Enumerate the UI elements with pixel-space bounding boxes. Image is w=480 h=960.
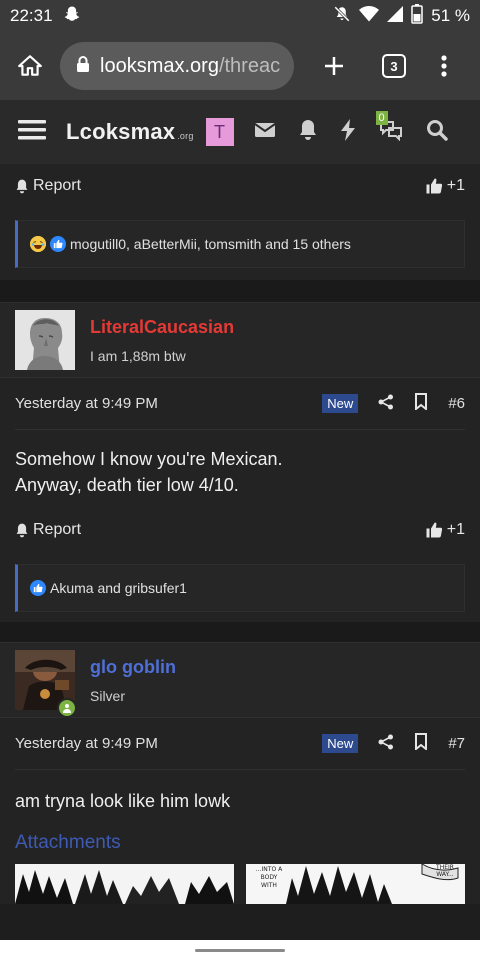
share-icon[interactable] bbox=[378, 734, 394, 754]
post-text-line: Somehow I know you're Mexican. bbox=[15, 449, 283, 469]
wifi-icon bbox=[359, 5, 380, 28]
bookmark-icon[interactable] bbox=[414, 733, 428, 754]
like-button[interactable]: +1 bbox=[425, 521, 465, 539]
bell-icon bbox=[16, 523, 28, 537]
plus-label: +1 bbox=[446, 521, 465, 538]
plus-icon bbox=[325, 57, 343, 75]
home-icon bbox=[18, 55, 42, 76]
post-separator bbox=[0, 622, 480, 642]
conversations-button[interactable]: 0 bbox=[375, 110, 404, 146]
gesture-bar[interactable] bbox=[0, 940, 480, 960]
bell-icon[interactable] bbox=[298, 119, 318, 146]
comic-caption: THEIR WAY... bbox=[436, 864, 454, 878]
lightning-icon[interactable] bbox=[340, 118, 356, 146]
reactions-bar[interactable]: Akuma and gribsufer1 bbox=[15, 564, 465, 612]
site-logo[interactable]: Lcoksmax .org bbox=[66, 119, 194, 145]
post-7: glo goblin Silver Yesterday at 9:49 PM N… bbox=[0, 642, 480, 904]
new-tab-button[interactable] bbox=[294, 54, 374, 78]
user-avatar[interactable]: T bbox=[205, 118, 234, 146]
post-5: Report +1 mogutill0, aBetterMii, tomsmit… bbox=[0, 164, 480, 280]
attachment-thumbnail[interactable]: ...INTO A BODY WITH THEIR WAY... bbox=[246, 864, 465, 904]
report-label: Report bbox=[33, 521, 82, 538]
thumbs-up-icon bbox=[426, 522, 442, 538]
username[interactable]: glo goblin bbox=[90, 657, 176, 678]
bookmark-icon[interactable] bbox=[414, 393, 428, 414]
thread-content: Report +1 mogutill0, aBetterMii, tomsmit… bbox=[0, 164, 480, 940]
post-body: Somehow I know you're Mexican. Anyway, d… bbox=[15, 430, 465, 498]
post-separator bbox=[0, 280, 480, 302]
reactions-text: Akuma and gribsufer1 bbox=[50, 580, 187, 596]
site-logo-suffix: .org bbox=[177, 131, 194, 141]
hamburger-menu-icon[interactable] bbox=[18, 118, 46, 147]
avatar[interactable] bbox=[15, 650, 77, 718]
site-navbar: Lcoksmax .org T 0 bbox=[0, 100, 480, 164]
lock-icon bbox=[76, 55, 90, 78]
laugh-react-icon bbox=[30, 236, 46, 252]
gesture-handle bbox=[195, 948, 285, 952]
reactions-bar[interactable]: mogutill0, aBetterMii, tomsmith and 15 o… bbox=[15, 220, 465, 268]
url-host: looksmax.org bbox=[100, 54, 219, 77]
user-title: Silver bbox=[90, 687, 126, 704]
post-6: LiteralCaucasian I am 1,88m btw Yesterda… bbox=[0, 302, 480, 622]
thumbs-up-icon bbox=[426, 178, 442, 194]
bell-icon bbox=[16, 179, 28, 193]
browser-menu-button[interactable] bbox=[414, 54, 474, 78]
tab-count: 3 bbox=[382, 54, 406, 78]
like-react-icon bbox=[30, 580, 46, 596]
like-button[interactable]: +1 bbox=[425, 177, 465, 195]
post-text-line: am tryna look like him lowk bbox=[15, 791, 231, 811]
avatar[interactable] bbox=[15, 310, 75, 370]
site-logo-text: Lcoksmax bbox=[66, 119, 176, 144]
attachments-list: ...INTO A BODY WITH THEIR WAY... bbox=[15, 864, 465, 904]
post-actions: Report +1 bbox=[15, 164, 465, 208]
user-title: I am 1,88m btw bbox=[90, 347, 186, 364]
post-meta: Yesterday at 9:49 PM New #6 bbox=[15, 378, 465, 430]
post-meta: Yesterday at 9:49 PM New #7 bbox=[15, 718, 465, 770]
attachments-heading: Attachments bbox=[15, 832, 121, 853]
signal-icon bbox=[387, 5, 404, 27]
post-number[interactable]: #6 bbox=[448, 395, 465, 412]
username[interactable]: LiteralCaucasian bbox=[90, 317, 234, 338]
battery-icon bbox=[411, 3, 423, 29]
online-status-icon bbox=[57, 698, 77, 718]
conversations-badge: 0 bbox=[375, 110, 388, 125]
post-timestamp[interactable]: Yesterday at 9:49 PM bbox=[15, 735, 158, 752]
clock: 22:31 bbox=[10, 6, 53, 25]
browser-toolbar: looksmax.org/threac 3 bbox=[0, 32, 480, 100]
home-button[interactable] bbox=[0, 53, 60, 79]
reactions-text: mogutill0, aBetterMii, tomsmith and 15 o… bbox=[70, 236, 351, 252]
comic-caption: ...INTO A BODY WITH bbox=[255, 866, 283, 889]
post-text-line: Anyway, death tier low 4/10. bbox=[15, 475, 239, 495]
search-icon[interactable] bbox=[426, 119, 448, 146]
post-body: am tryna look like him lowk bbox=[15, 770, 465, 814]
new-badge: New bbox=[322, 394, 359, 413]
new-badge: New bbox=[322, 734, 359, 753]
battery-percent: 51 % bbox=[431, 6, 470, 25]
share-icon[interactable] bbox=[378, 394, 394, 414]
mail-icon[interactable] bbox=[253, 121, 276, 144]
report-button[interactable]: Report bbox=[15, 177, 81, 195]
post-author-block: glo goblin Silver bbox=[0, 642, 480, 718]
url-path: /threac bbox=[218, 54, 281, 77]
post-actions: Report +1 bbox=[15, 508, 465, 552]
post-timestamp[interactable]: Yesterday at 9:49 PM bbox=[15, 395, 158, 412]
tab-switcher-button[interactable]: 3 bbox=[374, 54, 414, 78]
mute-icon bbox=[333, 5, 351, 28]
like-react-icon bbox=[50, 236, 66, 252]
status-bar: 22:31 51 % bbox=[0, 0, 480, 32]
more-vertical-icon bbox=[441, 55, 447, 77]
post-number[interactable]: #7 bbox=[448, 735, 465, 752]
report-button[interactable]: Report bbox=[15, 521, 81, 539]
address-bar[interactable]: looksmax.org/threac bbox=[60, 42, 294, 90]
attachment-thumbnail[interactable] bbox=[15, 864, 234, 904]
snapchat-icon bbox=[63, 5, 81, 28]
plus-label: +1 bbox=[446, 177, 465, 194]
report-label: Report bbox=[33, 177, 82, 194]
post-author-block: LiteralCaucasian I am 1,88m btw bbox=[0, 302, 480, 378]
